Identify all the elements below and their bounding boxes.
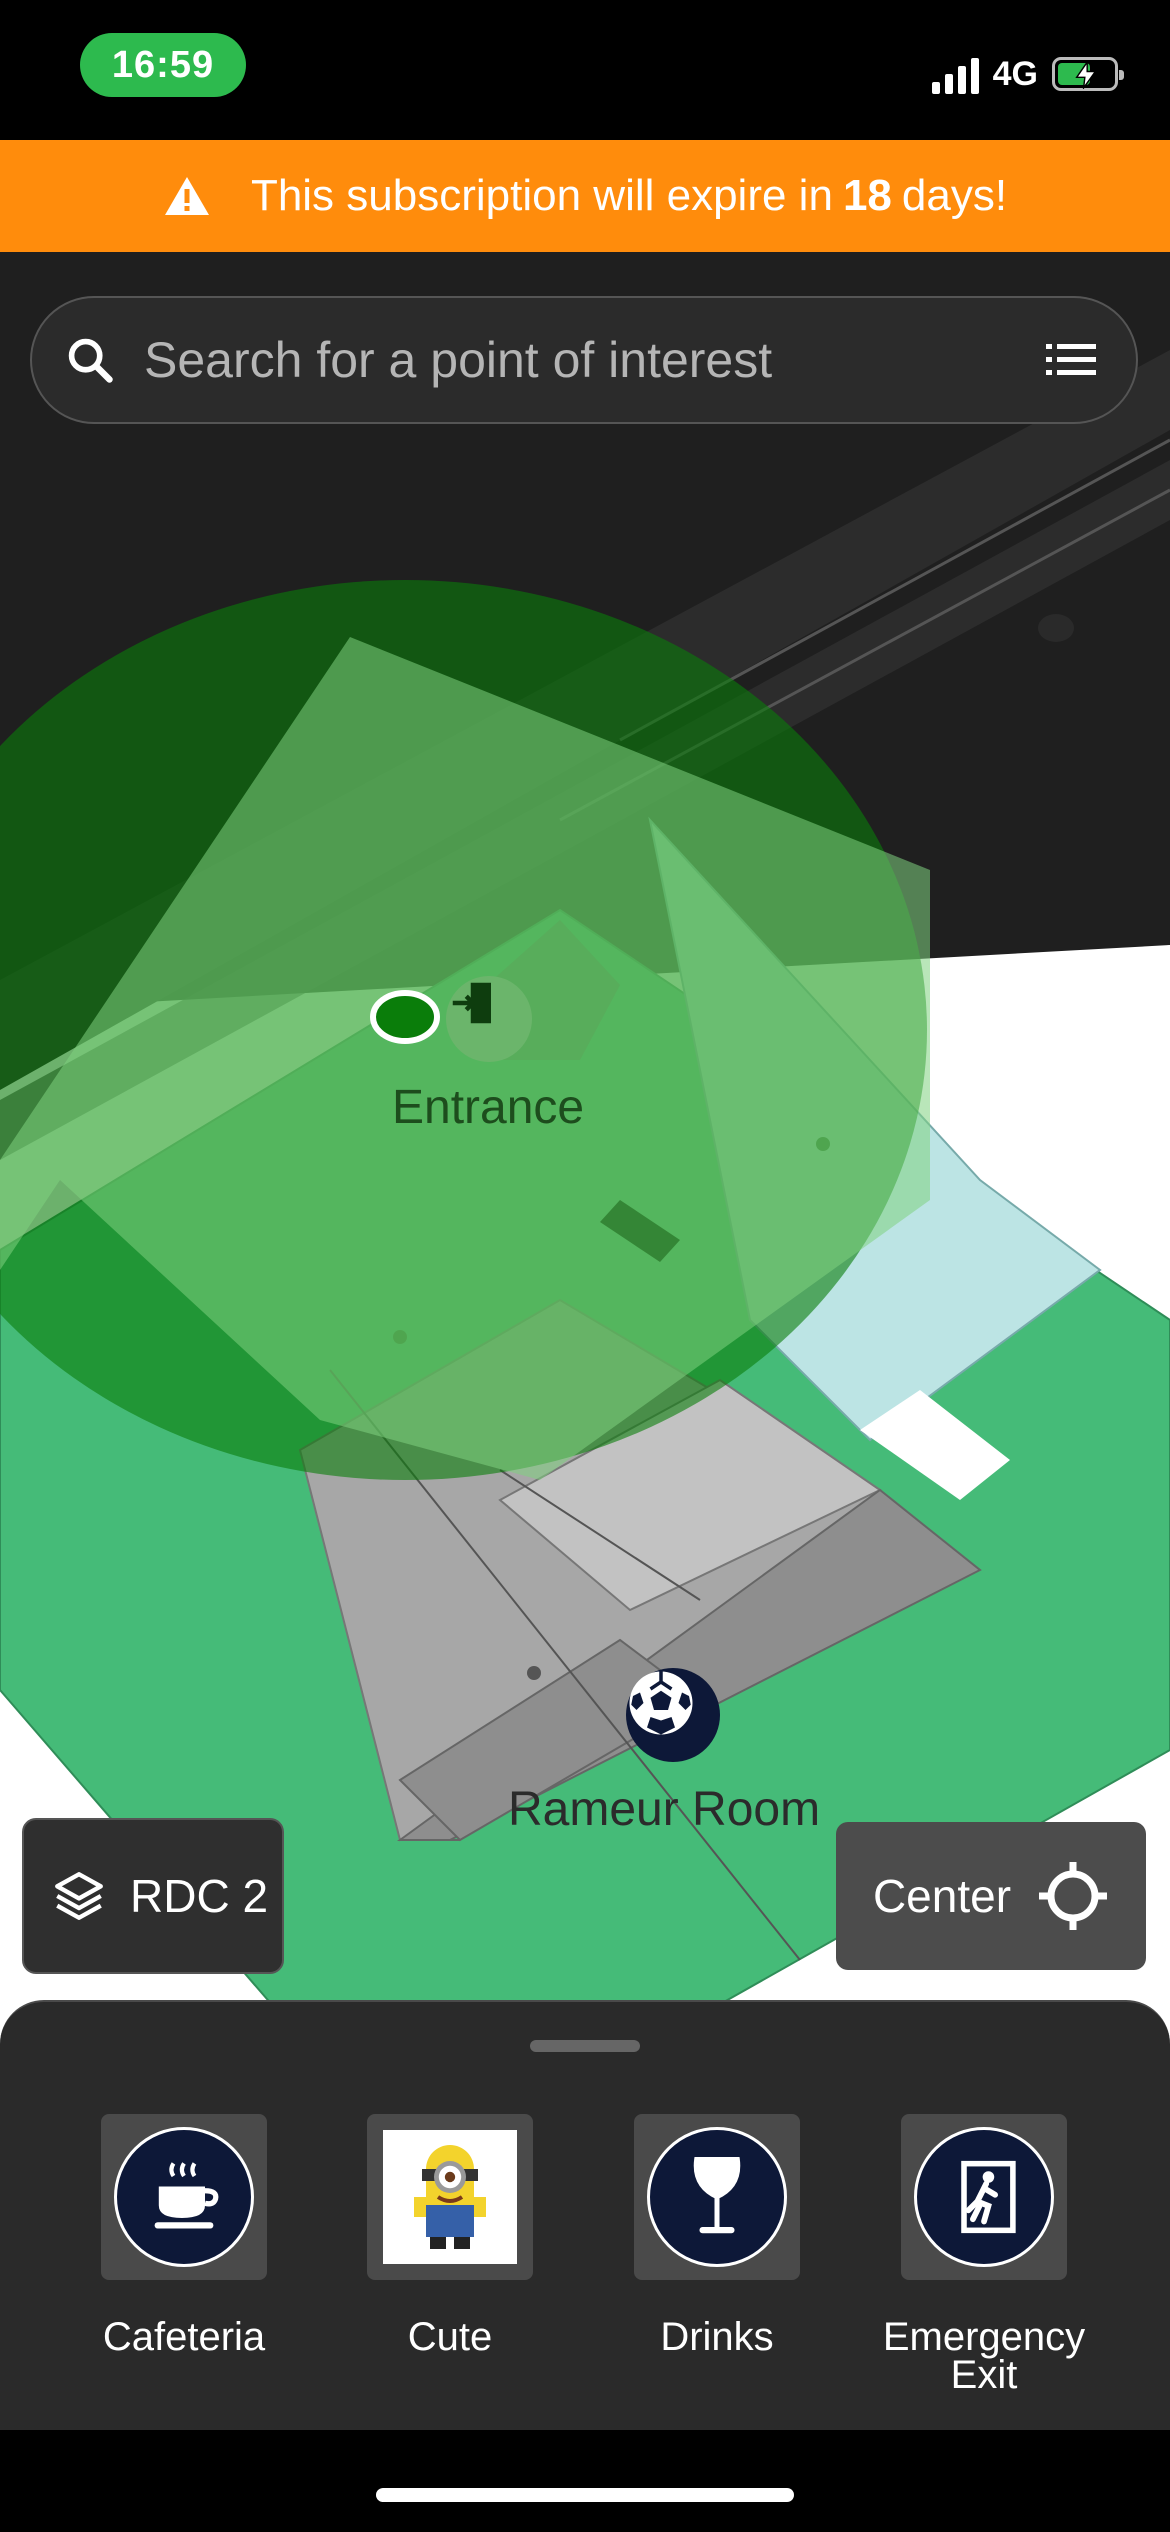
list-icon[interactable]: [1046, 340, 1096, 380]
minion-icon: [383, 2130, 517, 2264]
banner-text-end: days!: [901, 171, 1008, 220]
status-bar: 16:59 4G: [0, 0, 1170, 140]
sheet-drag-handle[interactable]: [530, 2040, 640, 2052]
floor-selector-button[interactable]: RDC 2: [22, 1818, 284, 1974]
network-type: 4G: [992, 54, 1038, 93]
current-location-dot: [370, 990, 440, 1044]
banner-days: 18: [842, 171, 892, 220]
search-input[interactable]: [142, 330, 1046, 390]
emergency-exit-icon: [914, 2127, 1054, 2267]
warning-icon: [163, 175, 211, 217]
coffee-cup-icon: [114, 2127, 254, 2267]
subscription-banner: This subscription will expire in 18 days…: [0, 140, 1170, 252]
crosshair-icon: [1037, 1860, 1109, 1932]
category-cute[interactable]: Cute: [330, 2114, 570, 2359]
banner-text: This subscription will expire in: [250, 171, 833, 220]
category-label: Drinks: [660, 2315, 774, 2359]
battery-icon: [1052, 57, 1124, 91]
search-icon: [64, 334, 116, 386]
home-indicator[interactable]: [376, 2488, 794, 2502]
time-pill[interactable]: 16:59: [80, 33, 246, 97]
category-cafeteria[interactable]: Cafeteria: [64, 2114, 304, 2359]
category-sheet[interactable]: Cafeteria Cute Drinks Emergency Exit: [0, 2000, 1170, 2430]
center-button[interactable]: Center: [836, 1822, 1146, 1970]
category-drinks[interactable]: Drinks: [597, 2114, 837, 2359]
indoor-map[interactable]: Entrance Rameur Room: [0, 252, 1170, 2072]
cellular-signal-icon: [931, 54, 979, 94]
poi-label-rameur-room[interactable]: Rameur Room: [508, 1782, 820, 1837]
category-emergency-exit[interactable]: Emergency Exit: [864, 2114, 1104, 2397]
category-label: Cafeteria: [102, 2315, 266, 2359]
center-label: Center: [872, 1870, 1012, 1922]
status-icons: 4G: [931, 48, 1124, 100]
floor-label: RDC 2: [130, 1870, 269, 1922]
entrance-icon[interactable]: [446, 976, 532, 1062]
category-label: Emergency Exit: [882, 2315, 1086, 2397]
wine-glass-icon: [647, 2127, 787, 2267]
category-label: Cute: [407, 2315, 493, 2359]
soccer-ball-icon[interactable]: [626, 1668, 720, 1762]
search-bar[interactable]: [30, 296, 1138, 424]
home-area: [0, 2430, 1170, 2532]
layers-icon: [50, 1867, 108, 1925]
poi-label-entrance[interactable]: Entrance: [392, 1080, 584, 1135]
